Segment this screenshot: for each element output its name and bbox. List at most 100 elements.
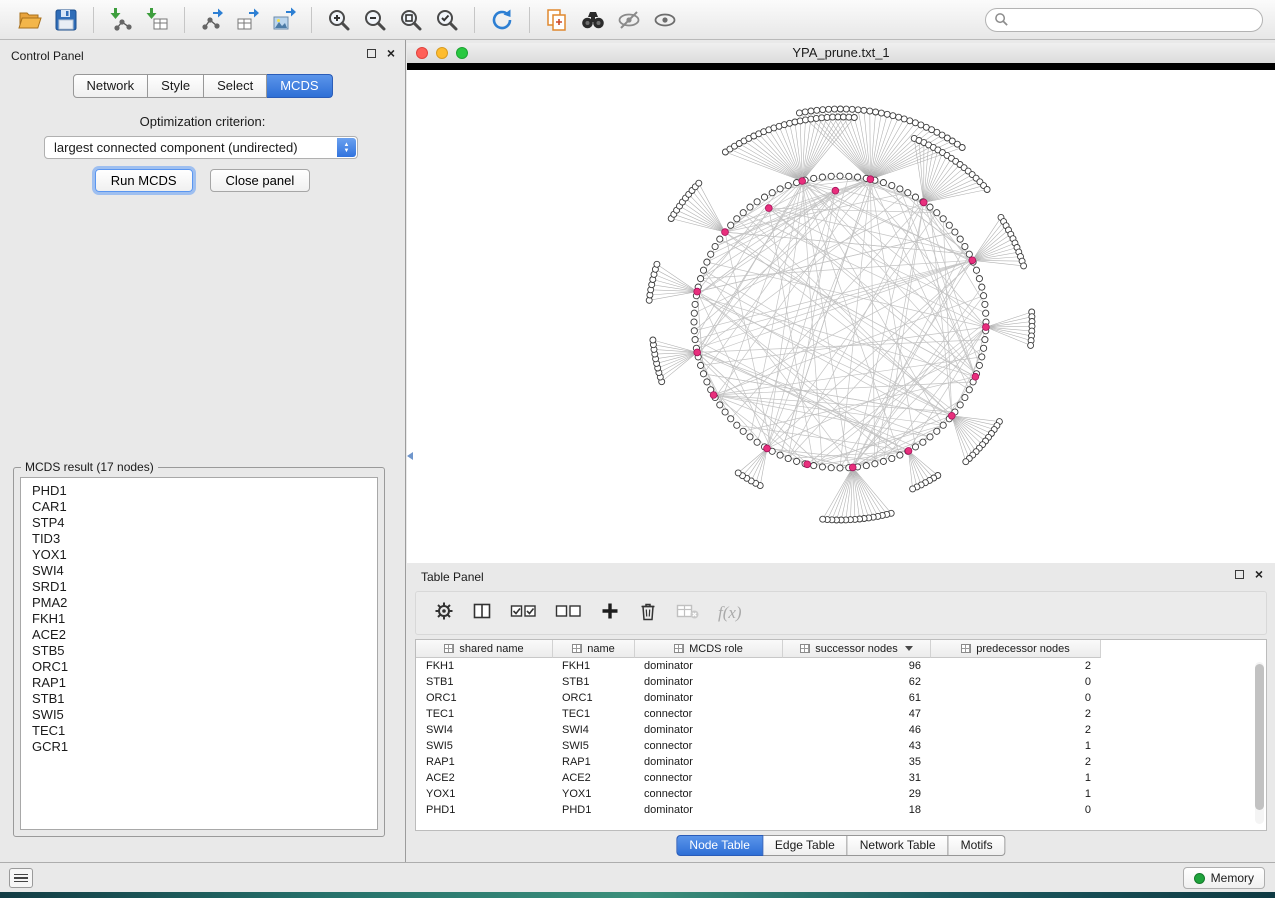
status-bar: Memory <box>0 862 1275 892</box>
zoom-in-button[interactable] <box>321 4 357 36</box>
table-panel-title: Table Panel <box>421 570 484 584</box>
duplicate-network-button[interactable] <box>539 4 575 36</box>
column-header-name[interactable]: name <box>553 640 635 658</box>
mcds-result-item[interactable]: GCR1 <box>32 739 377 755</box>
column-header-role[interactable]: MCDS role <box>635 640 783 658</box>
mcds-result-list[interactable]: PHD1CAR1STP4TID3YOX1SWI4SRD1PMA2FKH1ACE2… <box>20 477 378 830</box>
sort-descending-icon[interactable] <box>905 646 913 651</box>
table-row[interactable]: SWI4SWI4dominator462 <box>416 722 1266 738</box>
import-table-button[interactable] <box>139 4 175 36</box>
columns-icon <box>472 601 492 621</box>
mcds-result-item[interactable]: RAP1 <box>32 675 377 691</box>
maximize-window-icon[interactable] <box>456 47 468 59</box>
table-row[interactable]: SWI5SWI5connector431 <box>416 738 1266 754</box>
mcds-result-item[interactable]: SRD1 <box>32 579 377 595</box>
network-view[interactable] <box>407 70 1273 563</box>
panel-menu-button[interactable] <box>9 868 33 888</box>
float-table-panel-icon[interactable] <box>1235 570 1244 579</box>
table-row[interactable]: ORC1ORC1dominator610 <box>416 690 1266 706</box>
mcds-result-item[interactable]: STB1 <box>32 691 377 707</box>
table-scrollbar-thumb[interactable] <box>1255 664 1264 810</box>
mcds-result-item[interactable]: PHD1 <box>32 483 377 499</box>
show-all-button[interactable] <box>647 4 683 36</box>
zoom-out-button[interactable] <box>357 4 393 36</box>
criterion-dropdown[interactable]: largest connected component (undirected)… <box>44 136 358 159</box>
table-row[interactable]: STB1STB1dominator620 <box>416 674 1266 690</box>
minimize-window-icon[interactable] <box>436 47 448 59</box>
cell-shared_name: SWI4 <box>416 722 553 738</box>
mcds-result-item[interactable]: ORC1 <box>32 659 377 675</box>
table-row[interactable]: RAP1RAP1dominator352 <box>416 754 1266 770</box>
deselect-all-rows-button[interactable] <box>555 601 582 626</box>
add-column-button[interactable] <box>600 601 620 626</box>
zoom-selected-button[interactable] <box>429 4 465 36</box>
export-network-button[interactable] <box>194 4 230 36</box>
delete-table-icon <box>676 601 700 621</box>
column-type-icon <box>961 644 971 653</box>
cell-role: connector <box>635 770 783 786</box>
export-image-button[interactable] <box>266 4 302 36</box>
mcds-result-item[interactable]: ACE2 <box>32 627 377 643</box>
tab-select[interactable]: Select <box>204 74 267 98</box>
tab-edge-table[interactable]: Edge Table <box>763 835 848 856</box>
table-row[interactable]: PHD1PHD1dominator180 <box>416 802 1266 818</box>
column-header-succ[interactable]: successor nodes <box>783 640 931 658</box>
zoom-fit-button[interactable] <box>393 4 429 36</box>
float-panel-icon[interactable] <box>367 49 376 58</box>
import-network-icon <box>108 7 134 33</box>
splitter-collapse-icon[interactable] <box>407 452 413 460</box>
table-row[interactable]: TEC1TEC1connector472 <box>416 706 1266 722</box>
zoom-in-icon <box>326 7 352 33</box>
column-label: shared name <box>459 643 523 655</box>
control-tabs: NetworkStyleSelectMCDS <box>72 74 332 98</box>
network-window-titlebar[interactable]: YPA_prune.txt_1 <box>407 43 1275 63</box>
table-row[interactable]: FKH1FKH1dominator962 <box>416 658 1266 674</box>
network-canvas[interactable] <box>407 70 1275 563</box>
memory-button[interactable]: Memory <box>1183 867 1265 889</box>
run-mcds-button[interactable]: Run MCDS <box>95 169 193 192</box>
save-session-button[interactable] <box>48 4 84 36</box>
tab-node-table[interactable]: Node Table <box>676 835 763 856</box>
search-icon <box>994 12 1009 27</box>
mcds-result-item[interactable]: PMA2 <box>32 595 377 611</box>
mcds-result-item[interactable]: TEC1 <box>32 723 377 739</box>
cell-pred: 2 <box>931 722 1101 738</box>
tab-style[interactable]: Style <box>148 74 204 98</box>
delete-column-button[interactable] <box>638 601 658 626</box>
close-panel-icon[interactable]: × <box>387 48 395 58</box>
tab-mcds[interactable]: MCDS <box>267 74 332 98</box>
zoom-out-icon <box>362 7 388 33</box>
open-session-button[interactable] <box>12 4 48 36</box>
column-layout-button[interactable] <box>472 601 492 626</box>
find-button[interactable] <box>575 4 611 36</box>
tab-network-table[interactable]: Network Table <box>848 835 949 856</box>
tab-motifs[interactable]: Motifs <box>949 835 1006 856</box>
tab-network[interactable]: Network <box>72 74 148 98</box>
close-panel-button[interactable]: Close panel <box>210 169 311 192</box>
search-input[interactable] <box>1009 13 1254 27</box>
mcds-result-item[interactable]: TID3 <box>32 531 377 547</box>
mcds-result-item[interactable]: YOX1 <box>32 547 377 563</box>
table-header-row: shared name nameMCDS rolesuccessor nodesp… <box>416 640 1266 658</box>
import-network-button[interactable] <box>103 4 139 36</box>
apply-layout-button[interactable] <box>484 4 520 36</box>
memory-label: Memory <box>1211 871 1254 885</box>
mcds-result-item[interactable]: STP4 <box>32 515 377 531</box>
column-header-pred[interactable]: predecessor nodes <box>931 640 1101 658</box>
mcds-result-item[interactable]: SWI4 <box>32 563 377 579</box>
table-scrollbar[interactable] <box>1255 662 1264 824</box>
hide-selected-button[interactable] <box>611 4 647 36</box>
select-all-rows-button[interactable] <box>510 601 537 626</box>
mcds-result-item[interactable]: STB5 <box>32 643 377 659</box>
table-row[interactable]: ACE2ACE2connector311 <box>416 770 1266 786</box>
mcds-result-item[interactable]: FKH1 <box>32 611 377 627</box>
close-table-panel-icon[interactable]: × <box>1255 569 1263 579</box>
mcds-result-item[interactable]: SWI5 <box>32 707 377 723</box>
table-options-button[interactable] <box>434 601 454 626</box>
column-header-shared_name[interactable]: shared name <box>416 640 553 658</box>
close-window-icon[interactable] <box>416 47 428 59</box>
mcds-result-item[interactable]: CAR1 <box>32 499 377 515</box>
export-table-button[interactable] <box>230 4 266 36</box>
search-box[interactable] <box>985 8 1263 32</box>
table-row[interactable]: YOX1YOX1connector291 <box>416 786 1266 802</box>
